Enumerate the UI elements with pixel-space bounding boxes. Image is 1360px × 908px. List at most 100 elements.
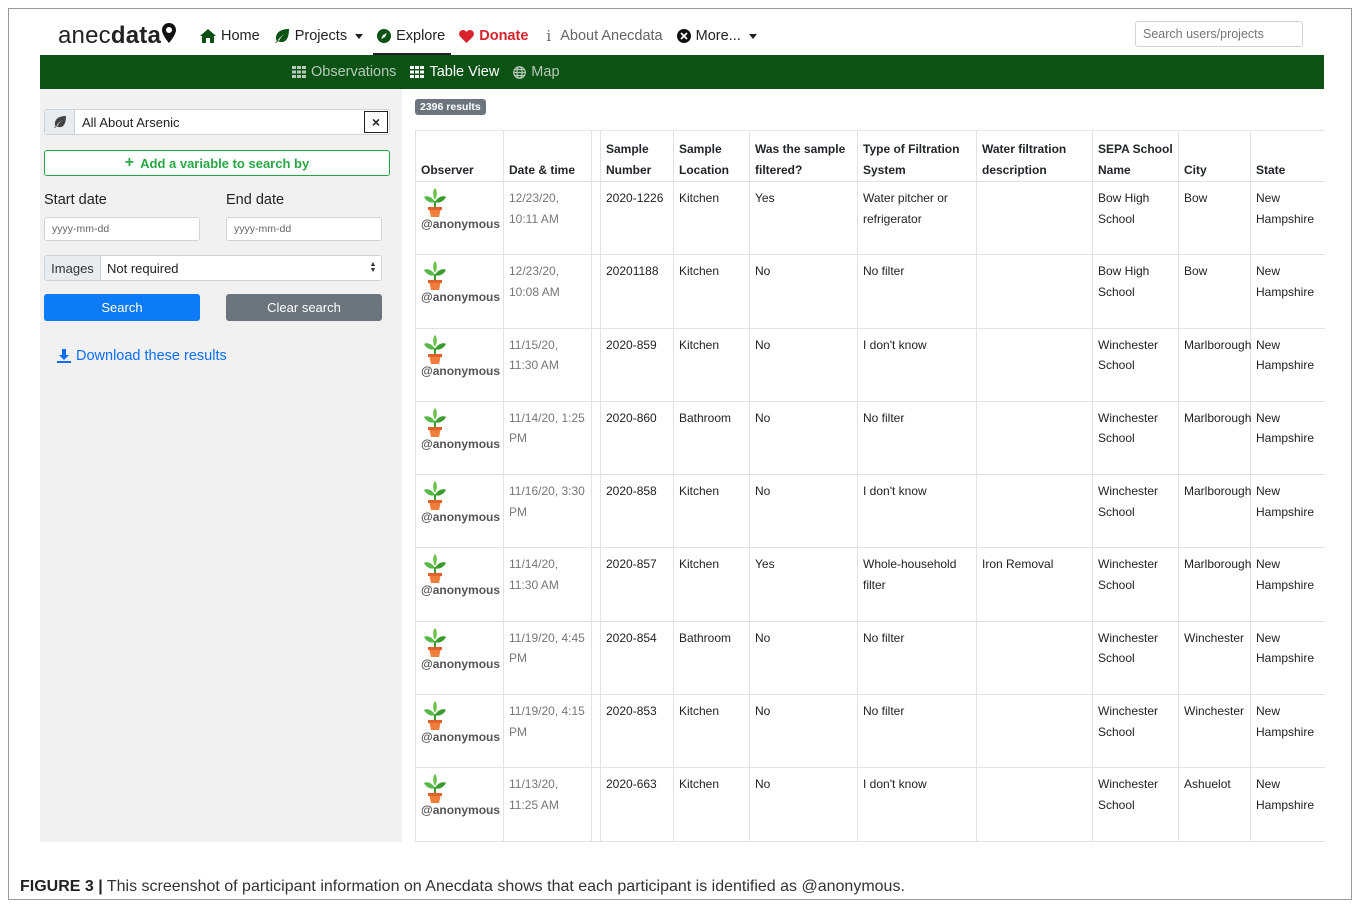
location-cell: Bathroom bbox=[673, 620, 750, 696]
grid-icon bbox=[292, 66, 306, 78]
observer-username[interactable]: @anonymous bbox=[421, 730, 500, 745]
table-row[interactable]: @anonymous 11/14/20, 1:25 PM 2020-860 Bathr… bbox=[415, 400, 1325, 476]
column-header[interactable]: Observer bbox=[415, 130, 504, 182]
state-cell: New Hampshire bbox=[1250, 547, 1325, 622]
table-row[interactable]: @anonymous 11/15/20, 11:30 AM 2020-859 Kitc… bbox=[415, 327, 1325, 402]
observer-username[interactable]: @anonymous bbox=[421, 364, 500, 379]
date-cell: 11/19/20, 4:45 PM bbox=[503, 620, 592, 696]
nav-about[interactable]: i About Anecdata bbox=[542, 18, 662, 54]
column-header[interactable]: Sample Location bbox=[673, 130, 750, 182]
nav-home[interactable]: Home bbox=[200, 18, 260, 54]
observer-username[interactable]: @anonymous bbox=[421, 803, 500, 818]
description-cell bbox=[976, 400, 1093, 476]
location-cell: Bathroom bbox=[673, 400, 750, 476]
column-header[interactable]: City bbox=[1178, 130, 1251, 182]
table-row[interactable]: @anonymous 11/14/20, 11:30 AM 2020-857 Kitc… bbox=[415, 547, 1325, 622]
images-select[interactable]: Images Not required ▲ ▼ bbox=[44, 255, 382, 281]
sample-number-cell: 2020-857 bbox=[600, 547, 674, 622]
clear-search-button[interactable]: Clear search bbox=[226, 294, 382, 321]
search-sidebar: All About Arsenic × + Add a variable to … bbox=[40, 89, 402, 842]
observer[interactable]: @anonymous bbox=[421, 261, 500, 305]
spacer-cell bbox=[591, 400, 601, 476]
sample-number-cell: 2020-1226 bbox=[600, 180, 674, 256]
table-row[interactable]: @anonymous 11/13/20, 11:25 AM 2020-663 Kitc… bbox=[415, 767, 1325, 842]
state-cell: New Hampshire bbox=[1250, 254, 1325, 329]
tab-table-view[interactable]: Table View bbox=[410, 64, 499, 80]
city-cell: Winchester bbox=[1178, 694, 1251, 769]
nav-explore[interactable]: Explore bbox=[373, 18, 452, 55]
results-table-container[interactable]: Observer Date & time Sample Number Sampl… bbox=[415, 130, 1325, 842]
description-cell bbox=[976, 327, 1093, 402]
search-users-projects-input[interactable] bbox=[1135, 21, 1303, 47]
leaf-icon bbox=[45, 110, 75, 134]
sample-number-cell: 2020-860 bbox=[600, 400, 674, 476]
tab-observations[interactable]: Observations bbox=[292, 64, 396, 80]
column-header[interactable]: Sample Number bbox=[600, 130, 674, 182]
city-cell: Marlborough bbox=[1178, 474, 1251, 549]
observer[interactable]: @anonymous bbox=[421, 701, 500, 745]
observer[interactable]: @anonymous bbox=[421, 554, 500, 598]
school-cell: Winchester School bbox=[1092, 620, 1179, 696]
observer[interactable]: @anonymous bbox=[421, 334, 500, 379]
description-cell: Iron Removal bbox=[976, 547, 1093, 622]
column-header[interactable]: Was the sample filtered? bbox=[749, 130, 858, 182]
column-header[interactable]: State bbox=[1250, 130, 1325, 182]
end-date-input[interactable]: yyyy-mm-dd bbox=[226, 217, 382, 241]
download-results-link[interactable]: Download these results bbox=[57, 348, 227, 364]
state-cell: New Hampshire bbox=[1250, 400, 1325, 476]
anecdata-logo[interactable]: anec data bbox=[58, 22, 176, 50]
sample-number-cell: 2020-663 bbox=[600, 767, 674, 842]
table-row[interactable]: @anonymous 11/16/20, 3:30 PM 2020-858 Kitch… bbox=[415, 474, 1325, 549]
observer-username[interactable]: @anonymous bbox=[421, 583, 500, 598]
state-cell: New Hampshire bbox=[1250, 474, 1325, 549]
observer[interactable]: @anonymous bbox=[421, 188, 500, 232]
observer-username[interactable]: @anonymous bbox=[421, 657, 500, 672]
end-date-label: End date bbox=[226, 192, 285, 208]
location-cell: Kitchen bbox=[673, 767, 750, 842]
observer[interactable]: @anonymous bbox=[421, 774, 500, 818]
table-row[interactable]: @anonymous 12/23/20, 10:08 AM 20201188 Kitc… bbox=[415, 254, 1325, 329]
search-button[interactable]: Search bbox=[44, 294, 200, 321]
spacer-cell bbox=[591, 254, 601, 329]
clear-project-button[interactable]: × bbox=[364, 111, 388, 133]
table-row[interactable]: @anonymous 11/19/20, 4:15 PM 2020-853 Kitch… bbox=[415, 694, 1325, 769]
plant-avatar-icon bbox=[421, 334, 498, 364]
observer-username[interactable]: @anonymous bbox=[421, 437, 500, 452]
city-cell: Bow bbox=[1178, 180, 1251, 256]
city-cell: Winchester bbox=[1178, 620, 1251, 696]
spacer-cell bbox=[591, 767, 601, 842]
city-cell: Ashuelot bbox=[1178, 767, 1251, 842]
observer-username[interactable]: @anonymous bbox=[421, 290, 500, 305]
date-cell: 11/15/20, 11:30 AM bbox=[503, 327, 592, 402]
spacer-cell bbox=[591, 180, 601, 256]
tab-map[interactable]: Map bbox=[513, 64, 560, 80]
column-header[interactable]: Type of Filtration System bbox=[857, 130, 977, 182]
filtered-cell: No bbox=[749, 474, 858, 549]
add-variable-button[interactable]: + Add a variable to search by bbox=[44, 150, 390, 176]
column-header[interactable]: Water filtration description bbox=[976, 130, 1093, 182]
school-cell: Winchester School bbox=[1092, 694, 1179, 769]
project-name[interactable]: All About Arsenic bbox=[75, 110, 363, 134]
observer-cell: @anonymous bbox=[415, 694, 504, 769]
date-cell: 12/23/20, 10:11 AM bbox=[503, 180, 592, 256]
nav-more[interactable]: More... bbox=[676, 18, 757, 54]
filtered-cell: No bbox=[749, 620, 858, 696]
observer[interactable]: @anonymous bbox=[421, 627, 500, 672]
info-icon: i bbox=[546, 27, 552, 45]
view-switcher-bar: Observations Table View Map bbox=[40, 55, 1324, 89]
column-header[interactable]: SEPA School Name bbox=[1092, 130, 1179, 182]
nav-projects[interactable]: Projects bbox=[274, 18, 364, 54]
results-table: Observer Date & time Sample Number Sampl… bbox=[415, 130, 1325, 842]
column-header[interactable]: Date & time bbox=[503, 130, 592, 182]
school-cell: Winchester School bbox=[1092, 767, 1179, 842]
chevron-down-icon bbox=[748, 33, 757, 39]
observer-username[interactable]: @anonymous bbox=[421, 217, 500, 232]
observer[interactable]: @anonymous bbox=[421, 481, 500, 525]
nav-donate[interactable]: Donate bbox=[459, 18, 528, 54]
table-row[interactable]: @anonymous 11/19/20, 4:45 PM 2020-854 Bathr… bbox=[415, 620, 1325, 696]
observer[interactable]: @anonymous bbox=[421, 407, 500, 452]
plant-avatar-icon bbox=[421, 407, 498, 437]
start-date-input[interactable]: yyyy-mm-dd bbox=[44, 217, 200, 241]
table-row[interactable]: @anonymous 12/23/20, 10:11 AM 2020-1226 Kit… bbox=[415, 180, 1325, 256]
observer-username[interactable]: @anonymous bbox=[421, 510, 500, 525]
